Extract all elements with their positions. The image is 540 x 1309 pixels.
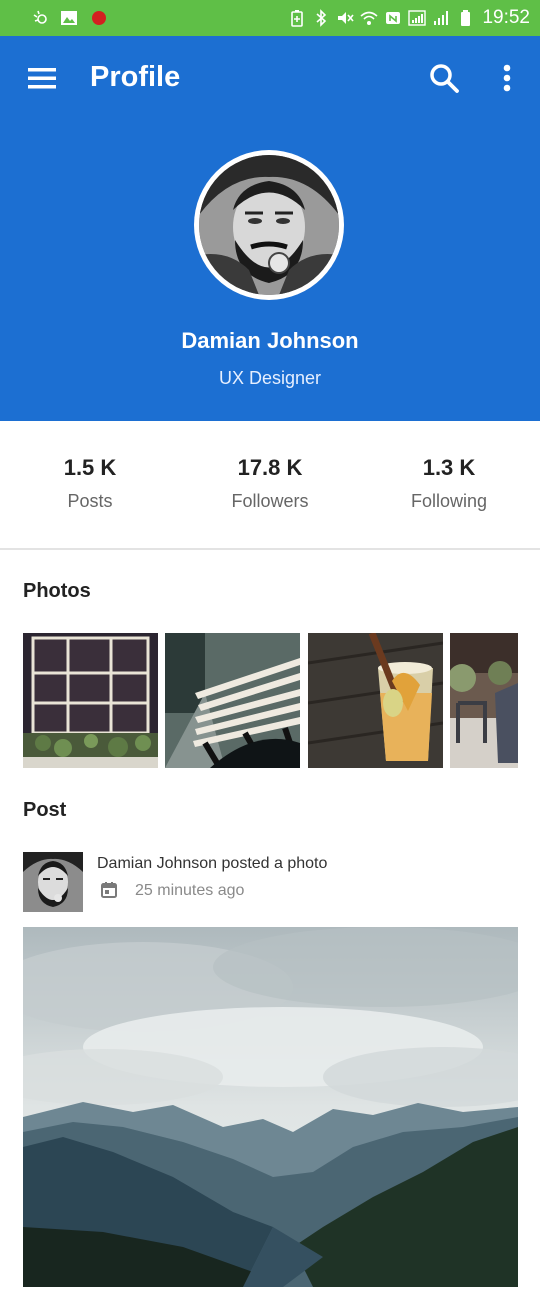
post-photo[interactable] <box>23 927 518 1287</box>
profile-avatar[interactable] <box>194 150 344 300</box>
search-button[interactable] <box>426 60 462 96</box>
photo-thumbnail-patio[interactable] <box>450 633 518 768</box>
signal-icon <box>408 9 427 27</box>
record-dot-icon <box>92 11 106 25</box>
more-vert-icon <box>503 64 511 92</box>
photo-thumbnail-bench[interactable] <box>165 633 300 768</box>
stat-label: Followers <box>231 491 309 511</box>
photo-drink-image <box>308 633 443 768</box>
stat-value: 1.5 K <box>63 455 117 480</box>
photo-patio-image <box>450 633 518 768</box>
more-options-button[interactable] <box>492 60 522 96</box>
status-right-icons: 19:52 <box>288 6 530 30</box>
avatar-photo <box>199 155 339 295</box>
post-avatar-photo <box>23 852 83 912</box>
post-section-title: Post <box>23 799 67 821</box>
profile-stats: 1.5 K Posts 17.8 K Followers 1.3 K Follo… <box>0 421 540 550</box>
wifi-icon <box>360 9 378 27</box>
profile-role: UX Designer <box>218 368 322 388</box>
stat-value: 1.3 K <box>422 455 476 480</box>
hotspot-icon <box>32 9 50 27</box>
status-left-icons <box>32 8 106 28</box>
photo-bench-image <box>165 633 300 768</box>
stat-following[interactable]: 1.3 K Following <box>359 453 539 512</box>
app-bar: Profile <box>0 36 540 122</box>
post-mountain-image <box>23 927 518 1287</box>
mute-icon <box>336 9 355 27</box>
bluetooth-icon <box>312 9 330 27</box>
photo-thumbnail-window[interactable] <box>23 633 158 768</box>
profile-header: Profile Damian Johnson UX Designer <box>0 36 540 421</box>
photo-window-image <box>23 633 158 768</box>
post-author-avatar[interactable] <box>23 852 83 912</box>
signal-icon-2 <box>432 9 450 27</box>
photos-section-title: Photos <box>23 580 91 602</box>
menu-icon <box>28 68 56 89</box>
stat-followers[interactable]: 17.8 K Followers <box>180 453 360 512</box>
search-icon <box>430 64 459 93</box>
battery-icon <box>456 9 474 27</box>
profile-name: Damian Johnson <box>181 328 359 353</box>
stat-value: 17.8 K <box>237 455 303 480</box>
page-title: Profile <box>90 61 181 93</box>
calendar-icon <box>100 881 118 899</box>
status-bar: 19:52 <box>0 0 540 36</box>
post-author-text: Damian Johnson posted a photo <box>97 855 328 872</box>
photo-thumbnail-drink[interactable] <box>308 633 443 768</box>
image-icon <box>60 9 78 27</box>
battery-saver-icon <box>288 9 306 27</box>
stat-label: Posts <box>67 491 113 511</box>
nfc-icon <box>384 9 402 27</box>
menu-button[interactable] <box>24 60 60 96</box>
stat-posts[interactable]: 1.5 K Posts <box>0 453 180 512</box>
stat-label: Following <box>410 491 488 511</box>
post-timestamp: 25 minutes ago <box>135 882 245 899</box>
status-time: 19:52 <box>482 7 530 28</box>
